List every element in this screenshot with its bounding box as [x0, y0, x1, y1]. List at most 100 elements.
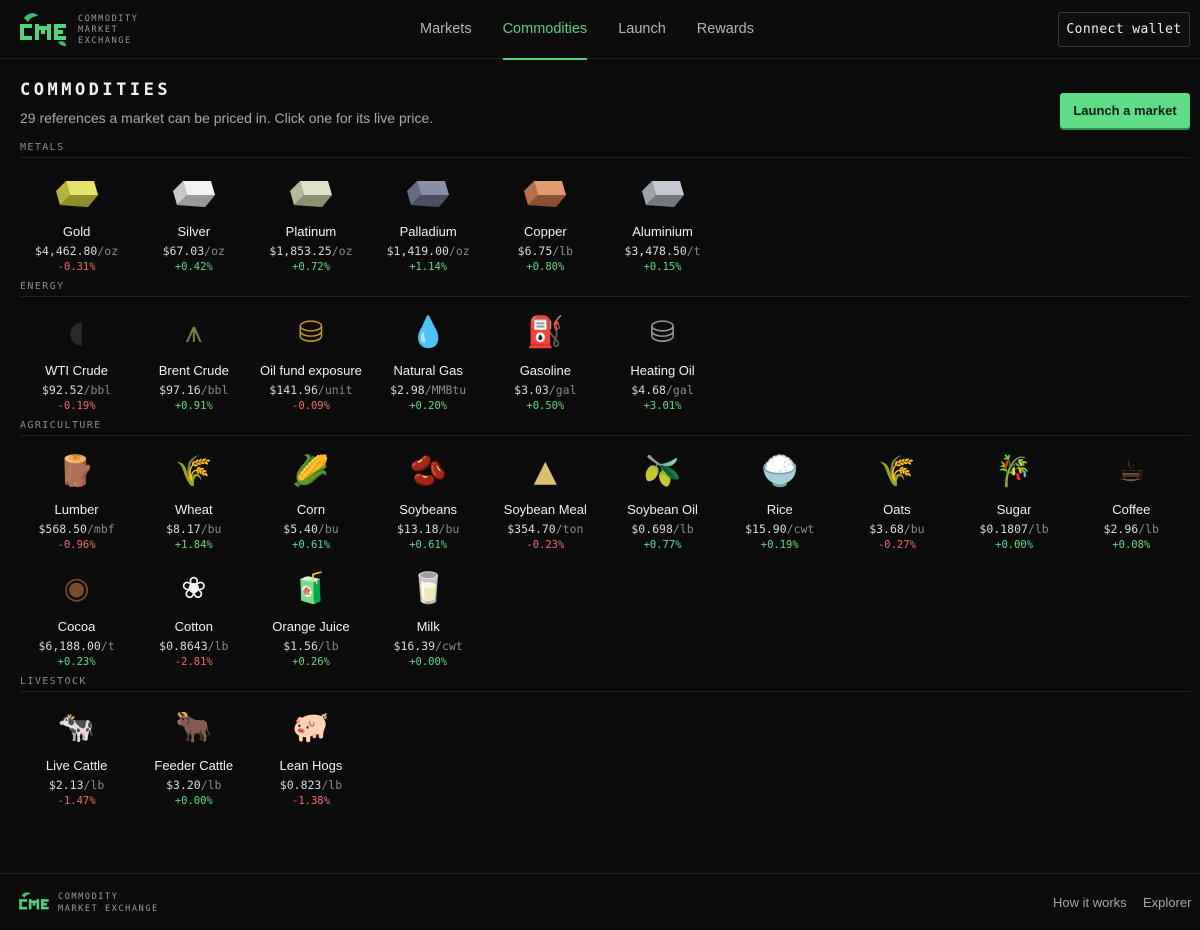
silver-bar-icon: [170, 170, 218, 218]
commodity-card-aluminium[interactable]: Aluminium $3,478.50/t +0.15%: [604, 162, 721, 279]
commodity-name: Soybean Meal: [503, 502, 587, 517]
commodity-card-lumber[interactable]: 🪵 Lumber $568.50/mbf -0.96%: [18, 440, 135, 557]
commodity-card-copper[interactable]: Copper $6.75/lb +0.80%: [487, 162, 604, 279]
launch-market-button[interactable]: Launch a market: [1060, 93, 1190, 128]
price-unit: /cwt: [435, 639, 463, 653]
commodity-card-wheat[interactable]: 🌾 Wheat $8.17/bu +1.84%: [135, 440, 252, 557]
commodity-card-gold[interactable]: Gold $4,462.80/oz -0.31%: [18, 162, 135, 279]
commodity-change: +0.08%: [1112, 539, 1151, 551]
price-unit: /oz: [448, 244, 470, 258]
footer-link-explorer[interactable]: Explorer: [1143, 895, 1191, 910]
commodity-price: $1.56/lb: [283, 639, 338, 653]
commodity-card-oats[interactable]: 🌾 Oats $3.68/bu -0.27%: [838, 440, 955, 557]
commodity-card-natural-gas[interactable]: 💧 Natural Gas $2.98/MMBtu +0.20%: [370, 301, 487, 418]
commodity-price: $4,462.80/oz: [35, 244, 118, 258]
commodity-card-feeder-cattle[interactable]: 🐂 Feeder Cattle $3.20/lb +0.00%: [135, 696, 252, 813]
commodity-change: +0.61%: [409, 539, 448, 551]
commodity-price: $2.13/lb: [49, 778, 104, 792]
price-unit: /gal: [665, 383, 694, 397]
price-value: $3,478.50: [624, 244, 687, 258]
commodity-name: WTI Crude: [45, 363, 109, 378]
connect-wallet-button[interactable]: Connect wallet: [1058, 12, 1190, 47]
price-value: $354.70: [507, 522, 556, 536]
nav-commodities[interactable]: Commodities: [502, 0, 587, 60]
commodity-card-orange-juice[interactable]: 🧃 Orange Juice $1.56/lb +0.26%: [252, 557, 369, 674]
commodity-card-cotton[interactable]: ❀ Cotton $0.8643/lb -2.81%: [135, 557, 252, 674]
commodity-card-coffee[interactable]: ☕ Coffee $2.96/lb +0.08%: [1073, 440, 1190, 557]
commodity-name: Brent Crude: [158, 363, 229, 378]
commodity-card-wti-crude[interactable]: ◖ WTI Crude $92.52/bbl -0.19%: [18, 301, 135, 418]
commodity-price: $0.8643/lb: [159, 639, 228, 653]
commodity-card-soybeans[interactable]: 🫘 Soybeans $13.18/bu +0.61%: [370, 440, 487, 557]
commodity-card-cocoa[interactable]: ◉ Cocoa $6,188.00/t +0.23%: [18, 557, 135, 674]
commodity-name: Orange Juice: [272, 619, 350, 634]
commodity-card-sugar[interactable]: 🎋 Sugar $0.1807/lb +0.00%: [956, 440, 1073, 557]
commodity-price: $3,478.50/t: [624, 244, 700, 258]
oil-barrel-icon: ⛁: [298, 315, 324, 350]
commodity-card-oil-fund-exposure[interactable]: ⛁ Oil fund exposure $141.96/unit -0.09%: [252, 301, 369, 418]
commodity-card-silver[interactable]: Silver $67.03/oz +0.42%: [135, 162, 252, 279]
price-value: $0.1807: [979, 522, 1028, 536]
commodity-price: $1,419.00/oz: [387, 244, 470, 258]
commodity-name: Sugar: [996, 502, 1032, 517]
commodity-change: +0.26%: [292, 656, 330, 668]
commodity-price: $2.96/lb: [1104, 522, 1159, 536]
commodity-name: Coffee: [1112, 502, 1151, 517]
price-unit: /lb: [317, 639, 339, 653]
corn-icon: 🌽: [292, 454, 330, 489]
price-value: $0.8643: [159, 639, 208, 653]
footer-brand[interactable]: COMMODITY MARKET EXCHANGE: [18, 890, 159, 916]
cme-logo-icon: [18, 10, 68, 50]
price-value: $4,462.80: [35, 244, 98, 258]
commodity-card-milk[interactable]: 🥛 Milk $16.39/cwt +0.00%: [370, 557, 487, 674]
price-value: $141.96: [269, 383, 318, 397]
commodity-card-live-cattle[interactable]: 🐄 Live Cattle $2.13/lb -1.47%: [18, 696, 135, 813]
commodity-price: $141.96/unit: [269, 383, 352, 397]
commodity-price: $1,853.25/oz: [269, 244, 352, 258]
price-value: $92.52: [41, 383, 84, 397]
commodity-card-corn[interactable]: 🌽 Corn $5.40/bu +0.61%: [252, 440, 369, 557]
commodity-change: +0.00%: [174, 795, 213, 807]
commodity-price: $5.40/bu: [283, 522, 338, 536]
footer-link-how-it-works[interactable]: How it works: [1053, 895, 1127, 910]
nav-launch[interactable]: Launch: [618, 0, 666, 59]
commodity-change: +0.61%: [292, 539, 330, 551]
price-unit: /bu: [200, 522, 222, 536]
commodity-name: Lean Hogs: [279, 758, 343, 773]
brand-line-3: EXCHANGE: [78, 35, 132, 46]
cocoa-bean-icon: ◉: [63, 571, 90, 606]
commodity-card-platinum[interactable]: Platinum $1,853.25/oz +0.72%: [252, 162, 369, 279]
commodity-change: +0.42%: [174, 261, 213, 273]
commodity-card-gasoline[interactable]: ⛽ Gasoline $3.03/gal +0.50%: [487, 301, 604, 418]
price-value: $16.39: [393, 639, 436, 653]
commodity-price: $0.1807/lb: [979, 522, 1048, 536]
commodity-card-palladium[interactable]: Palladium $1,419.00/oz +1.14%: [370, 162, 487, 279]
commodity-card-lean-hogs[interactable]: 🐖 Lean Hogs $0.823/lb -1.38%: [252, 696, 369, 813]
section-divider: [20, 435, 1190, 436]
brand-line-2: MARKET: [78, 24, 119, 35]
commodity-change: +3.01%: [643, 400, 682, 412]
commodity-card-soybean-oil[interactable]: 🫒 Soybean Oil $0.698/lb +0.77%: [604, 440, 721, 557]
price-unit: /bu: [317, 522, 339, 536]
commodity-name: Gold: [62, 224, 91, 239]
soybean-meal-icon: ▲: [533, 454, 557, 489]
commodity-card-rice[interactable]: 🍚 Rice $15.90/cwt +0.19%: [721, 440, 838, 557]
commodity-name: Oil fund exposure: [260, 363, 362, 378]
commodity-card-heating-oil[interactable]: ⛁ Heating Oil $4.68/gal +3.01%: [604, 301, 721, 418]
commodity-price: $0.698/lb: [631, 522, 693, 536]
commodity-name: Feeder Cattle: [154, 758, 234, 773]
price-value: $97.16: [159, 383, 201, 397]
nav-rewards[interactable]: Rewards: [697, 0, 754, 59]
price-unit: /t: [686, 244, 701, 258]
price-value: $13.18: [396, 522, 439, 536]
commodity-price: $0.823/lb: [280, 778, 342, 792]
section-grid-energy: ◖ WTI Crude $92.52/bbl -0.19% ⩚ Brent Crude $9…: [18, 301, 1198, 418]
price-unit: /lb: [207, 639, 229, 653]
commodity-card-soybean-meal[interactable]: ▲ Soybean Meal $354.70/ton -0.23%: [487, 440, 604, 557]
commodity-card-brent-crude[interactable]: ⩚ Brent Crude $97.16/bbl +0.91%: [135, 301, 252, 418]
nav-markets[interactable]: Markets: [420, 0, 472, 59]
section-grid-agriculture: 🪵 Lumber $568.50/mbf -0.96% 🌾 Wheat $8.17/bu +1…: [18, 440, 1198, 674]
commodity-change: -0.96%: [57, 539, 96, 551]
commodity-change: +0.72%: [292, 261, 330, 273]
brand-logo[interactable]: COMMODITY MARKET EXCHANGE: [18, 10, 138, 50]
